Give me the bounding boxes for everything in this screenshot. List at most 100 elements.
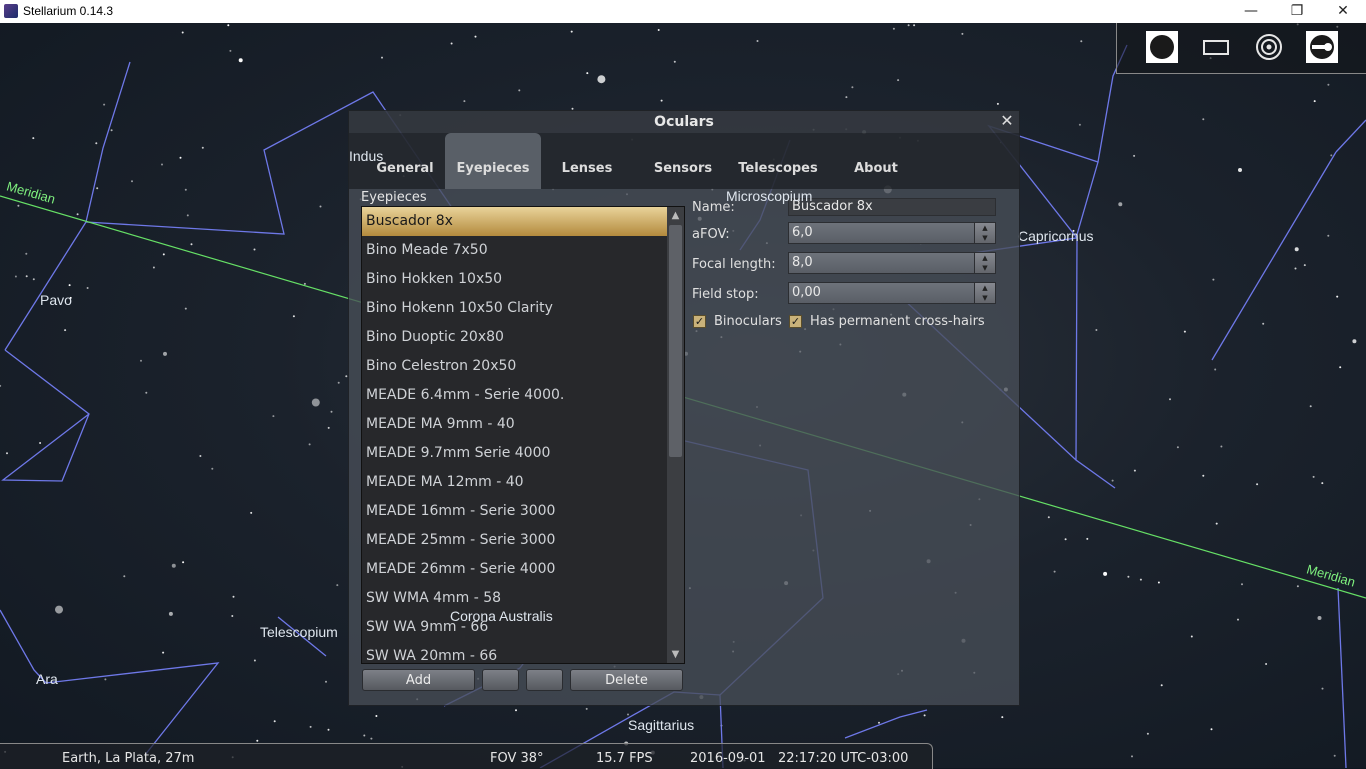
star [1146,732,1149,735]
constellation-label-telescopium[interactable]: Telescopium [260,624,338,640]
list-item[interactable]: MEADE 25mm - Serie 3000 [362,526,667,555]
star [1139,578,1142,581]
ocular-config-icon[interactable] [1306,31,1338,63]
ocular-view-icon[interactable] [1146,31,1178,63]
star [1078,123,1081,126]
star [199,455,202,457]
scroll-down-icon[interactable]: ▼ [667,646,684,663]
fps-status: 15.7 FPS [596,751,653,766]
star [163,351,167,356]
star [1327,83,1330,86]
name-field[interactable]: Buscador 8x [788,198,996,216]
binoculars-checkbox[interactable]: ✓ [693,315,706,328]
star [330,410,333,413]
close-icon[interactable]: ✕ [999,113,1015,129]
star [1352,339,1357,344]
star [1215,522,1218,525]
star [1333,754,1336,757]
dialog-header[interactable]: Oculars ✕ [349,111,1019,133]
eyepiece-list[interactable]: Buscador 8x Bino Meade 7x50 Bino Hokken 10… [361,206,685,664]
list-item[interactable]: Bino Meade 7x50 [362,236,667,265]
delete-button[interactable]: Delete [570,669,683,691]
move-up-button[interactable] [482,669,519,691]
crosshairs-checkbox[interactable]: ✓ [789,315,802,328]
star [39,442,42,444]
focal-length-increment-icon[interactable]: ▲ [975,253,995,263]
star [227,24,230,27]
ccd-sensor-icon[interactable] [1200,31,1232,63]
list-scrollbar[interactable]: ▲ ▼ [667,207,684,663]
star [64,329,67,332]
datetime-status: 2016-09-01 22:17:20 UTC-03:00 [690,751,909,766]
telrad-icon[interactable] [1253,31,1285,63]
list-item[interactable]: Buscador 8x [362,207,667,236]
star [1160,684,1163,687]
field-stop-increment-icon[interactable]: ▲ [975,283,995,293]
scroll-thumb[interactable] [669,225,682,457]
scroll-up-icon[interactable]: ▲ [667,207,684,224]
list-item[interactable]: MEADE 26mm - Serie 4000 [362,555,667,584]
list-item[interactable]: Bino Hokenn 10x50 Clarity [362,294,667,323]
field-stop-decrement-icon[interactable]: ▼ [975,293,995,303]
star [363,734,366,737]
close-window-button[interactable]: ✕ [1320,0,1366,23]
afov-value: 6,0 [792,225,813,240]
star [1047,516,1050,519]
star [370,737,373,740]
star [327,426,330,429]
star [381,56,383,59]
list-item[interactable]: Bino Hokken 10x50 [362,265,667,294]
star [1210,728,1213,731]
tab-about[interactable]: About [833,151,919,189]
tab-telescopes[interactable]: Telescopes [731,151,825,189]
tab-sensors[interactable]: Sensors [637,151,729,189]
list-item[interactable]: MEADE 9.7mm Serie 4000 [362,439,667,468]
star [162,651,165,654]
list-item[interactable]: MEADE 6.4mm - Serie 4000. [362,381,667,410]
list-item[interactable]: Bino Celestron 20x50 [362,352,667,381]
focal-length-spinbox[interactable]: 8,0 ▲ ▼ [788,252,996,274]
star [1095,329,1098,331]
star [256,739,259,742]
star [0,384,2,387]
star [660,99,663,102]
star [913,24,916,27]
star [336,584,339,587]
star [1183,330,1186,333]
constellation-label-pavo[interactable]: Pavo [40,292,72,308]
afov-spinbox[interactable]: 6,0 ▲ ▼ [788,222,996,244]
star [570,30,573,33]
constellation-label-capricornus[interactable]: Capricornus [1018,228,1093,244]
fov-status: FOV 38° [490,751,544,766]
minimize-button[interactable]: — [1228,0,1274,23]
list-item[interactable]: MEADE 16mm - Serie 3000 [362,497,667,526]
star [1080,40,1083,43]
list-item[interactable]: Bino Duoptic 20x80 [362,323,667,352]
tab-lenses[interactable]: Lenses [543,151,631,189]
add-button[interactable]: Add [362,669,475,691]
list-item[interactable]: SW WA 20mm - 66 [362,642,667,663]
field-stop-spinbox[interactable]: 0,00 ▲ ▼ [788,282,996,304]
restore-button[interactable]: ❐ [1274,0,1320,23]
afov-decrement-icon[interactable]: ▼ [975,233,995,243]
star [123,575,126,578]
star [1296,585,1299,588]
list-item[interactable]: MEADE MA 12mm - 40 [362,468,667,497]
star [1157,581,1160,584]
afov-increment-icon[interactable]: ▲ [975,223,995,233]
constellation-label-corona-australis[interactable]: Corona Australis [450,608,553,624]
star [86,287,89,289]
star [32,137,35,140]
star [1321,482,1324,485]
constellation-label-ara[interactable]: Ara [36,671,58,687]
star [897,79,900,82]
star [179,156,182,159]
constellation-label-indus[interactable]: Indus [349,148,383,164]
constellation-label-microscopium[interactable]: Microscopium [726,188,812,204]
focal-length-decrement-icon[interactable]: ▼ [975,263,995,273]
tab-eyepieces[interactable]: Eyepieces [445,133,541,189]
move-down-button[interactable] [526,669,563,691]
list-item[interactable]: MEADE MA 9mm - 40 [362,410,667,439]
star [657,29,660,31]
constellation-label-sagittarius[interactable]: Sagittarius [628,717,694,733]
